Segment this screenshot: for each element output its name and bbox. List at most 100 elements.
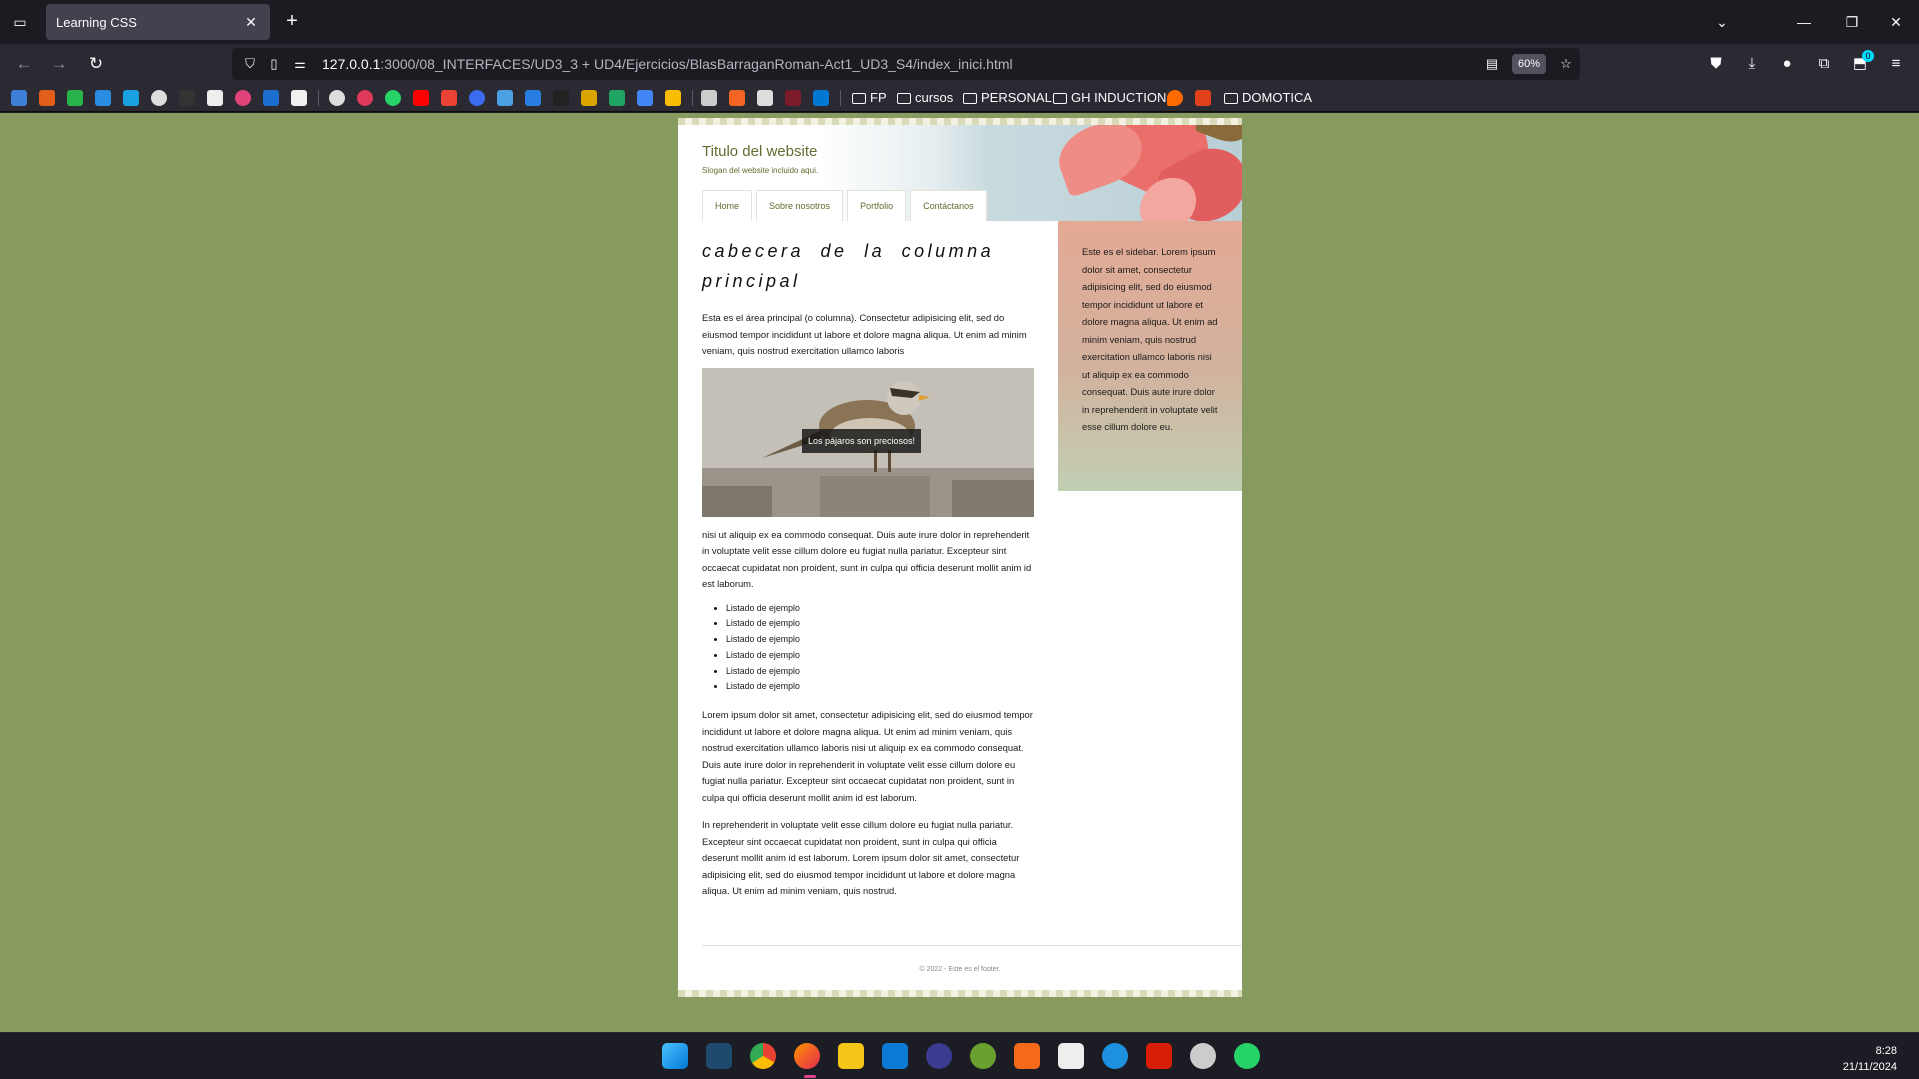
bookmark-9-icon[interactable] (235, 90, 251, 106)
navigation-toolbar: ← → ↻ ⛉ ▯ ⚌ 127.0.0.1:3000/08_INTERFACES… (0, 44, 1919, 84)
bookmark-folder-cursos[interactable]: cursos (897, 89, 953, 107)
tab-close-icon[interactable]: ✕ (242, 14, 260, 31)
app-14-icon[interactable] (1190, 1043, 1216, 1069)
bookmark-25-icon[interactable] (729, 90, 745, 106)
menu-about-link[interactable]: Sobre nosotros (756, 190, 844, 221)
bookmark-pocket-icon[interactable] (1195, 90, 1211, 106)
folder-icon (1224, 92, 1238, 104)
bottom-stripe-border (678, 990, 1242, 997)
zoom-level-badge[interactable]: 60% (1512, 54, 1546, 74)
whatsapp-bookmark-icon[interactable] (385, 90, 401, 106)
reader-view-icon[interactable]: ▤ (1482, 54, 1502, 74)
chrome-icon[interactable] (750, 1043, 776, 1069)
slides-icon[interactable] (665, 90, 681, 106)
bookmark-10-icon[interactable] (263, 90, 279, 106)
start-windows-icon[interactable] (662, 1043, 688, 1069)
bookmark-16-icon[interactable] (469, 90, 485, 106)
bookmark-8-icon[interactable] (207, 90, 223, 106)
bookmark-20-icon[interactable] (581, 90, 597, 106)
lorem-paragraph: Lorem ipsum dolor sit amet, consectetur … (702, 709, 1033, 803)
bookmark-2-icon[interactable] (39, 90, 55, 106)
new-tab-button[interactable]: + (280, 10, 304, 34)
page-icon[interactable]: ▯ (264, 54, 284, 74)
reload-button[interactable]: ↻ (82, 50, 110, 78)
tab-title: Learning CSS (56, 14, 137, 30)
vscode-icon[interactable] (882, 1043, 908, 1069)
xampp-icon[interactable] (1014, 1043, 1040, 1069)
bookmark-6-icon[interactable] (151, 90, 167, 106)
youtube-icon[interactable] (413, 90, 429, 106)
folder-icon (897, 92, 911, 104)
menu-portfolio-link[interactable]: Portfolio (847, 190, 907, 221)
bookmark-4-icon[interactable] (95, 90, 111, 106)
forward-button[interactable]: → (45, 50, 73, 78)
back-button[interactable]: ← (10, 50, 38, 78)
bookmark-folder-fp[interactable]: FP (852, 89, 887, 107)
folder-label: PERSONAL (981, 90, 1052, 105)
docs-icon[interactable] (637, 90, 653, 106)
docker-icon[interactable] (1102, 1043, 1128, 1069)
top-stripe-border (678, 118, 1242, 125)
folder-icon (852, 92, 866, 104)
bookmark-17-icon[interactable] (497, 90, 513, 106)
bookmark-12-icon[interactable] (357, 90, 373, 106)
bookmark-1-icon[interactable] (11, 90, 27, 106)
extensions-icon[interactable]: ⧉ (1810, 50, 1838, 78)
shield-icon[interactable]: ⛉ (240, 54, 260, 74)
bookmark-star-icon[interactable]: ☆ (1556, 54, 1576, 74)
system-clock[interactable]: 8:28 21/11/2024 (1843, 1043, 1897, 1075)
bookmark-folder-domotica[interactable]: DOMOTICA (1224, 89, 1312, 107)
bookmark-19-icon[interactable] (553, 90, 569, 106)
list-item: Listado de ejemplo (726, 679, 1034, 695)
sidebar: Este es el sidebar. Lorem ipsum dolor si… (1058, 221, 1242, 491)
folder-label: DOMOTICA (1242, 90, 1313, 105)
bookmark-amazon-icon[interactable] (291, 90, 307, 106)
app-11-icon[interactable] (1058, 1043, 1084, 1069)
file-explorer-icon[interactable] (838, 1043, 864, 1069)
url-bar[interactable]: ⛉ ▯ ⚌ 127.0.0.1:3000/08_INTERFACES/UD3_3… (232, 48, 1580, 80)
list-item: Listado de ejemplo (726, 632, 1034, 648)
website-container: Titulo del website Slogan del website in… (678, 118, 1242, 997)
bookmark-folder-personal[interactable]: PERSONAL (963, 89, 1052, 107)
downloads-icon[interactable]: ⤓ (1738, 50, 1766, 78)
menu-home-link[interactable]: Home (702, 190, 753, 221)
flame-icon[interactable] (1167, 90, 1183, 106)
app-9-icon[interactable] (970, 1043, 996, 1069)
menu-contact-link[interactable]: Contáctanos (910, 190, 987, 221)
bookmark-26-icon[interactable] (757, 90, 773, 106)
extension-counter-icon[interactable]: ⬒ 0 (1846, 50, 1874, 78)
pocket-icon[interactable]: ⛊ (1702, 50, 1730, 78)
tab-active[interactable]: Learning CSS ✕ (46, 4, 270, 40)
restore-button[interactable]: ❐ (1832, 8, 1872, 36)
sheets-icon[interactable] (609, 90, 625, 106)
bookmark-separator (692, 90, 693, 106)
outlook-icon[interactable] (813, 90, 829, 106)
site-footer: © 2022 - Este es el footer. (919, 966, 1001, 973)
bookmark-18-icon[interactable] (525, 90, 541, 106)
app-8-icon[interactable] (926, 1043, 952, 1069)
bookmark-folder-gh-induction[interactable]: GH INDUCTION (1053, 89, 1166, 107)
bookmark-7-icon[interactable] (179, 90, 195, 106)
bookmark-3-icon[interactable] (67, 90, 83, 106)
whatsapp-icon[interactable] (1234, 1043, 1260, 1069)
minimize-button[interactable]: — (1784, 8, 1824, 36)
account-avatar[interactable]: ● (1773, 50, 1801, 78)
acrobat-icon[interactable] (1146, 1043, 1172, 1069)
tab-overflow-chevron-icon[interactable]: ⌄ (1702, 8, 1742, 36)
bookmark-27-icon[interactable] (785, 90, 801, 106)
close-window-button[interactable]: ✕ (1876, 8, 1916, 36)
github-icon[interactable] (329, 90, 345, 106)
tab-list-icon[interactable]: ▭ (8, 8, 32, 36)
menu-hamburger-icon[interactable]: ≡ (1882, 50, 1910, 78)
page-viewport: Titulo del website Slogan del website in… (0, 113, 1919, 1032)
intro-paragraph: Esta es el área principal (o columna). C… (702, 312, 1027, 356)
gmail-icon[interactable] (441, 90, 457, 106)
permissions-icon[interactable]: ⚌ (290, 54, 310, 74)
bookmark-5-icon[interactable] (123, 90, 139, 106)
bookmark-24-icon[interactable] (701, 90, 717, 106)
url-text[interactable]: 127.0.0.1:3000/08_INTERFACES/UD3_3 + UD4… (322, 56, 1013, 72)
firefox-icon[interactable] (794, 1043, 820, 1069)
folder-label: cursos (915, 90, 954, 105)
app-vs-icon[interactable] (706, 1043, 732, 1069)
list-item: Listado de ejemplo (726, 664, 1034, 680)
